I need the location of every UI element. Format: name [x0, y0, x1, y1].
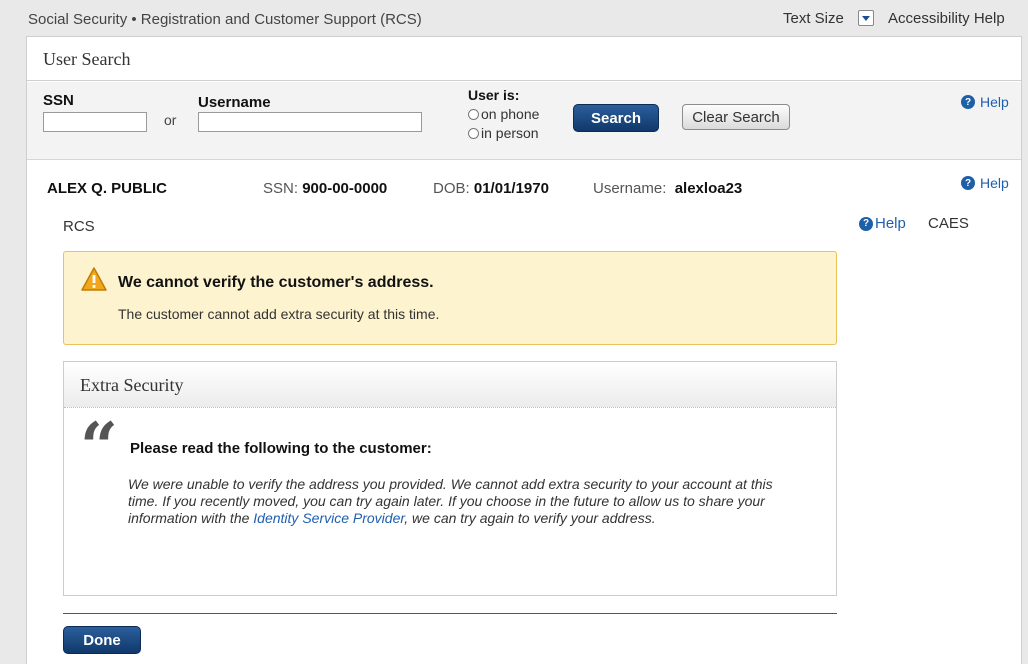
search-help-link[interactable]: ? Help — [961, 94, 1009, 110]
question-circle-icon: ? — [961, 176, 975, 190]
card-header: Extra Security — [64, 362, 836, 408]
user-search-header: User Search — [27, 37, 1021, 81]
customer-ssn: SSN: 900-00-0000 — [263, 180, 387, 197]
rcs-help-link[interactable]: ? Help — [859, 215, 906, 232]
question-circle-icon: ? — [859, 216, 873, 231]
customer-dob: DOB: 01/01/1970 — [433, 180, 549, 197]
rcs-label: RCS — [63, 218, 95, 235]
customer-script: We were unable to verify the address you… — [128, 476, 788, 527]
main-panel: User Search SSN or Username User is: on … — [26, 36, 1022, 664]
text-size-label: Text Size — [783, 10, 844, 27]
app-title: Social Security • Registration and Custo… — [28, 11, 422, 28]
address-warning-alert: We cannot verify the customer's address.… — [63, 251, 837, 345]
chevron-down-icon[interactable] — [858, 10, 874, 26]
caes-label: CAES — [928, 215, 969, 232]
done-button[interactable]: Done — [63, 626, 141, 654]
radio-in-person[interactable]: in person — [468, 125, 539, 141]
customer-ssn-label: SSN: — [263, 180, 299, 197]
alert-title: We cannot verify the customer's address. — [118, 274, 434, 291]
customer-ssn-value: 900-00-0000 — [302, 180, 388, 197]
customer-name: ALEX Q. PUBLIC — [47, 180, 168, 197]
customer-username-value: alexloa23 — [674, 180, 743, 197]
radio-in-person-label: in person — [481, 125, 539, 141]
user-search-title: User Search — [43, 49, 131, 69]
help-label: Help — [980, 94, 1009, 110]
customer-dob-value: 01/01/1970 — [473, 180, 549, 197]
radio-on-phone-label: on phone — [481, 106, 540, 122]
identity-service-provider-link[interactable]: Identity Service Provider — [253, 510, 404, 526]
user-search-form: SSN or Username User is: on phone in per… — [27, 82, 1021, 160]
alert-message: The customer cannot add extra security a… — [118, 306, 440, 322]
clear-search-button[interactable]: Clear Search — [682, 104, 790, 130]
help-label: Help — [980, 175, 1009, 191]
radio-on-phone[interactable]: on phone — [468, 106, 539, 122]
radio-circle-icon[interactable] — [468, 127, 479, 139]
accessibility-help-link[interactable]: Accessibility Help — [888, 10, 1005, 27]
ssn-label: SSN — [43, 92, 74, 109]
quote-icon: “ — [80, 408, 118, 486]
question-circle-icon: ? — [961, 95, 975, 109]
customer-username-label: Username: — [593, 180, 667, 197]
radio-circle-icon[interactable] — [468, 108, 479, 120]
user-is-label: User is: — [468, 87, 520, 103]
warning-triangle-icon — [81, 267, 107, 291]
read-to-customer-label: Please read the following to the custome… — [130, 440, 432, 457]
search-button[interactable]: Search — [573, 104, 659, 132]
help-label: Help — [875, 215, 906, 232]
customer-username: Username: alexloa23 — [593, 180, 742, 197]
customer-summary: ALEX Q. PUBLIC SSN: 900-00-0000 DOB: 01/… — [27, 161, 1021, 217]
ssn-input[interactable] — [43, 112, 147, 132]
script-text-part2: , we can try again to verify your addres… — [404, 510, 656, 526]
top-bar: Social Security • Registration and Custo… — [0, 0, 1028, 36]
customer-help-link[interactable]: ? Help — [961, 175, 1009, 191]
username-input[interactable] — [198, 112, 422, 132]
username-label: Username — [198, 94, 271, 111]
card-title: Extra Security — [80, 375, 184, 395]
extra-security-card: Extra Security “ Please read the followi… — [63, 361, 837, 596]
or-label: or — [164, 112, 177, 128]
footer-divider — [63, 613, 837, 614]
customer-dob-label: DOB: — [433, 180, 470, 197]
